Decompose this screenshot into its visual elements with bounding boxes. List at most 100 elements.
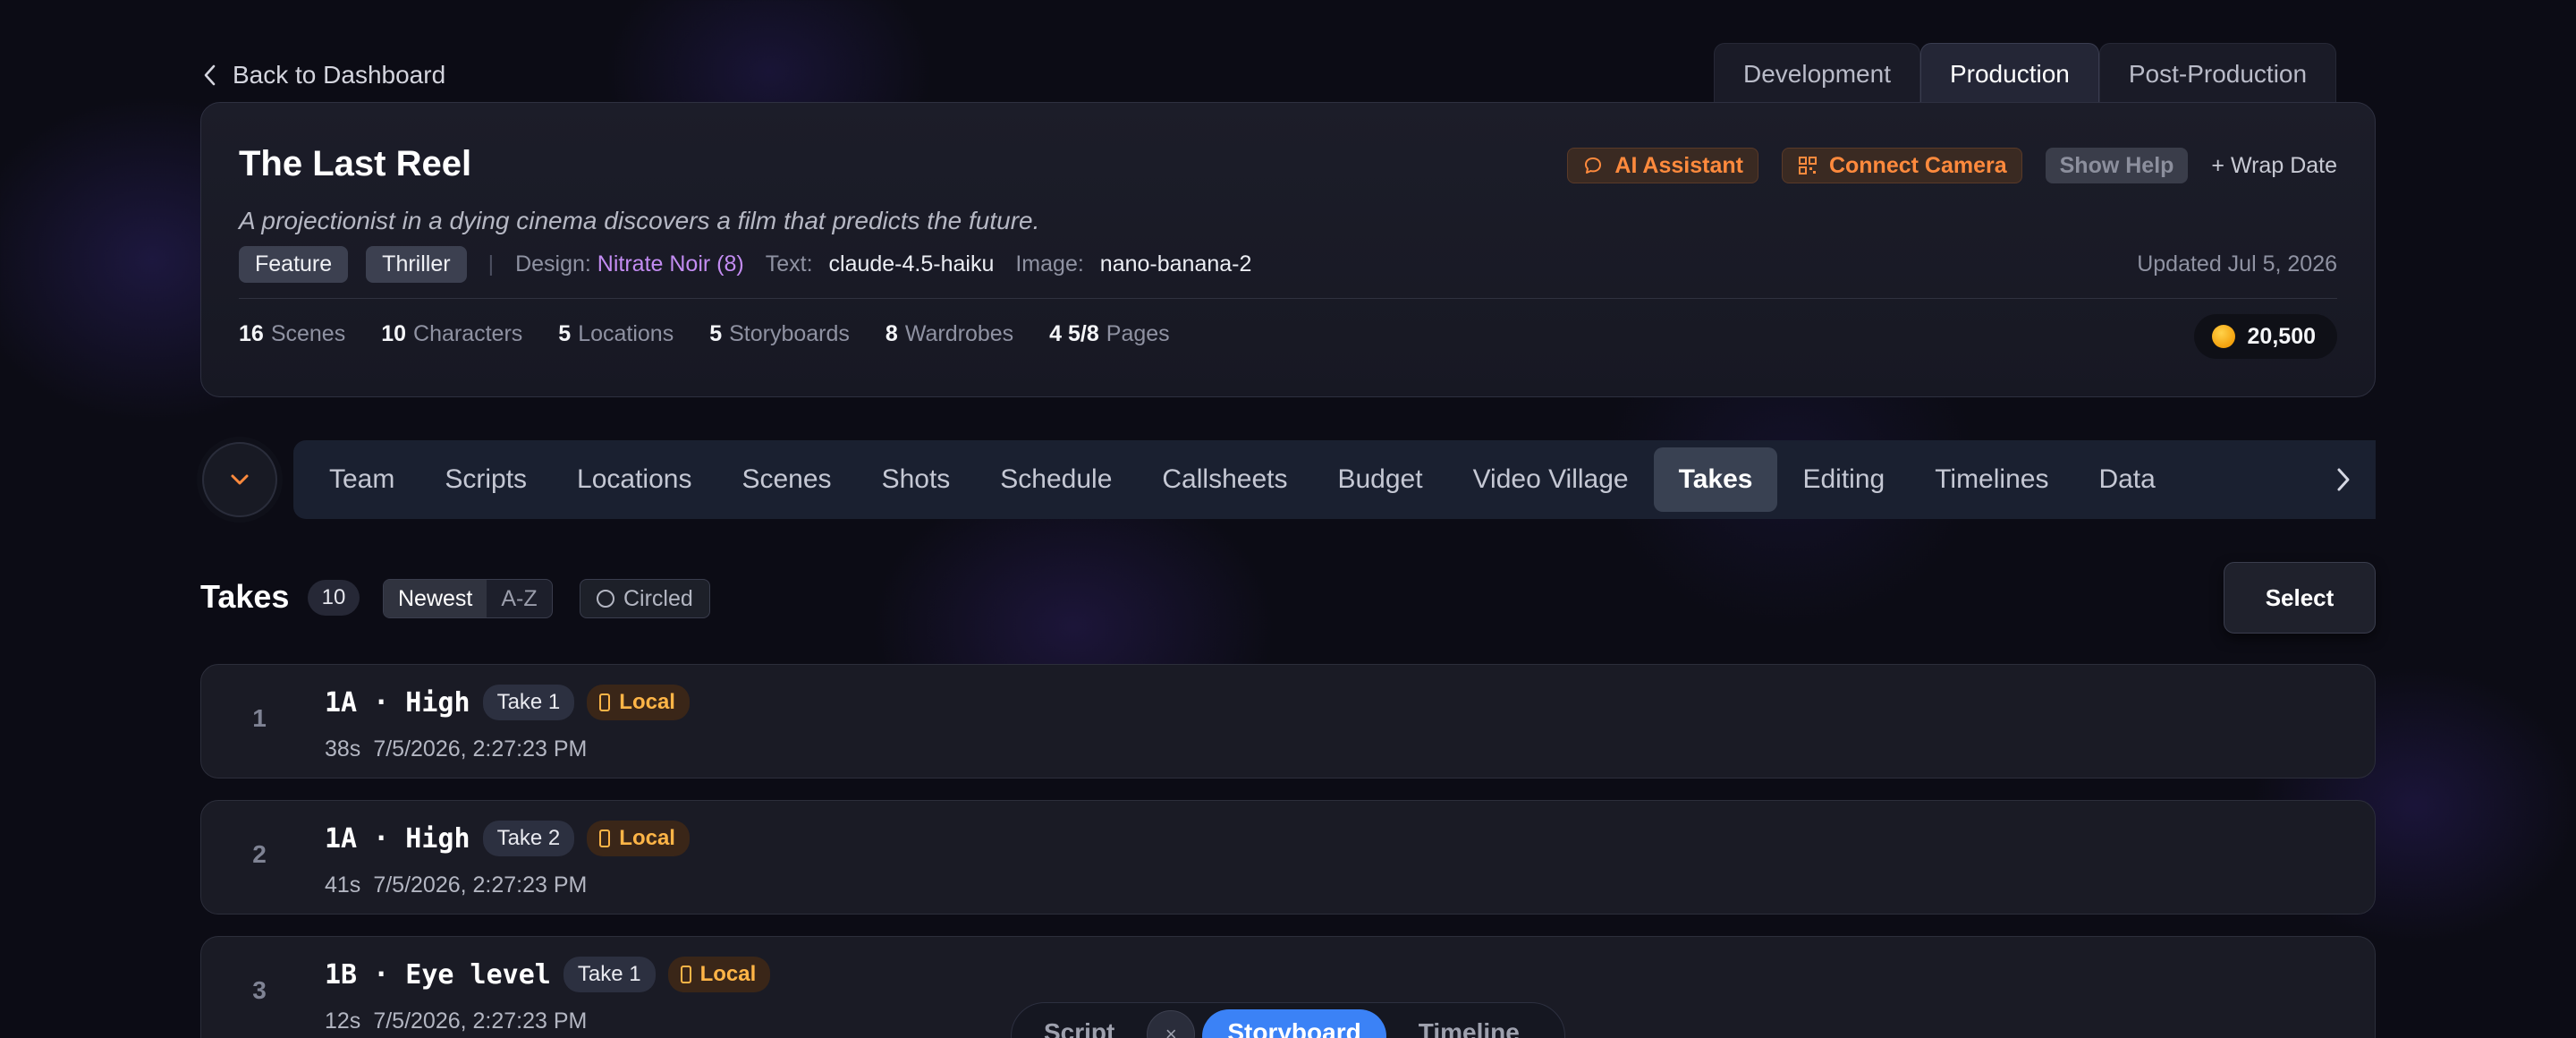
take-shot-label: 1A · High xyxy=(325,822,470,855)
nav-tab-budget[interactable]: Budget xyxy=(1312,447,1447,512)
nav-tab-callsheets[interactable]: Callsheets xyxy=(1137,447,1312,512)
view-switcher: Script × Storyboard Timeline xyxy=(1011,1002,1565,1038)
take-meta: 41s 7/5/2026, 2:27:23 PM xyxy=(325,872,587,898)
credits-value: 20,500 xyxy=(2247,323,2316,349)
nav-tab-takes[interactable]: Takes xyxy=(1653,447,1778,512)
take-badge: Take 2 xyxy=(482,821,575,856)
take-header: 1A · High Take 2 Local xyxy=(325,821,690,856)
take-number: 3 xyxy=(252,976,267,1004)
take-shot-label: 1B · Eye level xyxy=(325,958,551,991)
nav-tab-timelines[interactable]: Timelines xyxy=(1910,447,2073,512)
nav-tab-data[interactable]: Data xyxy=(2073,447,2180,512)
take-row[interactable]: 1 1A · High Take 1 Local 38s 7/5/2026, 2:… xyxy=(200,664,2376,778)
card-divider xyxy=(239,298,2337,299)
collapse-toggle-button[interactable] xyxy=(202,442,277,517)
take-row[interactable]: 2 1A · High Take 2 Local 41s 7/5/2026, 2:… xyxy=(200,800,2376,915)
phone-icon xyxy=(599,830,611,847)
take-timestamp: 7/5/2026, 2:27:23 PM xyxy=(373,872,588,898)
view-timeline-button[interactable]: Timeline xyxy=(1394,1009,1545,1038)
local-storage-badge: Local xyxy=(587,685,690,720)
nav-tab-scenes[interactable]: Scenes xyxy=(716,447,856,512)
nav-tab-schedule[interactable]: Schedule xyxy=(975,447,1137,512)
circled-filter-button[interactable]: Circled xyxy=(580,579,710,618)
phone-icon xyxy=(599,693,611,711)
stat-storyboards: 5 Storyboards xyxy=(709,321,850,346)
ai-assistant-button[interactable]: AI Assistant xyxy=(1567,148,1758,183)
project-card: The Last Reel AI Assistant Connect Camer… xyxy=(200,102,2376,397)
tag-genre: Thriller xyxy=(366,246,467,283)
take-badge: Take 1 xyxy=(563,957,656,992)
stat-pages: 4 5/8 Pages xyxy=(1049,321,1170,346)
stat-scenes: 16 Scenes xyxy=(239,321,346,346)
chat-bubble-icon xyxy=(1585,157,1602,174)
take-header: 1B · Eye level Take 1 Local xyxy=(325,957,771,992)
close-icon[interactable]: × xyxy=(1147,1010,1196,1038)
image-label: Image: xyxy=(1015,251,1084,277)
project-title: The Last Reel xyxy=(239,144,472,183)
nav-tab-scripts[interactable]: Scripts xyxy=(419,447,552,512)
back-to-dashboard-link[interactable]: Back to Dashboard xyxy=(200,61,445,89)
project-logline: A projectionist in a dying cinema discov… xyxy=(239,207,1040,234)
circled-label: Circled xyxy=(623,585,693,611)
nav-tab-shots[interactable]: Shots xyxy=(857,447,976,512)
project-stats: 16 Scenes 10 Characters 5 Locations 5 Storyb… xyxy=(239,321,1170,347)
take-meta: 12s 7/5/2026, 2:27:23 PM xyxy=(325,1008,587,1034)
nav-tab-editing[interactable]: Editing xyxy=(1777,447,1910,512)
text-label: Text: xyxy=(765,251,813,277)
take-duration: 38s xyxy=(325,736,361,761)
chevron-down-icon xyxy=(231,474,249,485)
project-meta: Feature Thriller | Design: Nitrate Noir … xyxy=(239,246,1251,283)
design-label: Design: xyxy=(515,251,591,277)
nav-tab-locations[interactable]: Locations xyxy=(552,447,716,512)
show-help-button[interactable]: Show Help xyxy=(2045,148,2189,183)
coin-icon xyxy=(2211,325,2235,348)
connect-camera-button[interactable]: Connect Camera xyxy=(1781,148,2022,183)
chevron-left-icon xyxy=(204,64,216,86)
sort-toggle: Newest A-Z xyxy=(383,579,553,618)
nav-tab-team[interactable]: Team xyxy=(304,447,419,512)
take-duration: 41s xyxy=(325,872,361,898)
takes-heading: Takes xyxy=(200,578,290,615)
qr-code-icon xyxy=(1798,157,1817,174)
connect-camera-label: Connect Camera xyxy=(1828,152,2007,178)
meta-separator: | xyxy=(487,251,495,277)
take-shot-label: 1A · High xyxy=(325,686,470,719)
section-nav: Team Scripts Locations Scenes Shots Sche… xyxy=(293,440,2376,519)
take-number: 1 xyxy=(252,704,267,732)
tag-format: Feature xyxy=(239,246,349,283)
local-storage-badge: Local xyxy=(587,821,690,856)
design-meta: Design: Nitrate Noir (8) xyxy=(515,251,744,277)
back-label: Back to Dashboard xyxy=(233,61,446,89)
local-storage-badge: Local xyxy=(667,957,771,992)
take-timestamp: 7/5/2026, 2:27:23 PM xyxy=(373,1008,588,1034)
phone-icon xyxy=(680,966,691,983)
image-model-value: nano-banana-2 xyxy=(1099,251,1252,277)
take-header: 1A · High Take 1 Local xyxy=(325,685,690,720)
design-value[interactable]: Nitrate Noir (8) xyxy=(597,251,744,277)
select-button[interactable]: Select xyxy=(2224,562,2376,634)
credits-balance[interactable]: 20,500 xyxy=(2193,314,2337,359)
circle-icon xyxy=(597,590,614,608)
stat-wardrobes: 8 Wardrobes xyxy=(885,321,1014,346)
text-model-value: claude-4.5-haiku xyxy=(828,251,995,277)
nav-scroll-right-button[interactable] xyxy=(2311,440,2376,519)
project-actions: AI Assistant Connect Camera Show Help + … xyxy=(1567,148,2337,183)
wrap-date-button[interactable]: + Wrap Date xyxy=(2211,148,2337,183)
sort-newest-button[interactable]: Newest xyxy=(384,580,487,617)
take-timestamp: 7/5/2026, 2:27:23 PM xyxy=(373,736,588,761)
take-duration: 12s xyxy=(325,1008,361,1034)
take-badge: Take 1 xyxy=(482,685,575,720)
view-script-button[interactable]: Script xyxy=(1019,1009,1140,1038)
phase-tab-development[interactable]: Development xyxy=(1714,43,1920,104)
chevron-right-icon xyxy=(2337,468,2350,491)
take-number: 2 xyxy=(252,840,267,868)
nav-tab-video-village[interactable]: Video Village xyxy=(1448,447,1654,512)
phase-tab-post-production[interactable]: Post-Production xyxy=(2098,43,2337,104)
takes-count-badge: 10 xyxy=(308,580,360,616)
phase-tabs: Development Production Post-Production xyxy=(1714,43,2337,104)
updated-date: Updated Jul 5, 2026 xyxy=(2137,251,2337,277)
sort-az-button[interactable]: A-Z xyxy=(487,580,551,617)
view-storyboard-button[interactable]: Storyboard xyxy=(1202,1009,1386,1038)
phase-tab-production[interactable]: Production xyxy=(1919,43,2099,104)
stat-characters: 10 Characters xyxy=(381,321,523,346)
